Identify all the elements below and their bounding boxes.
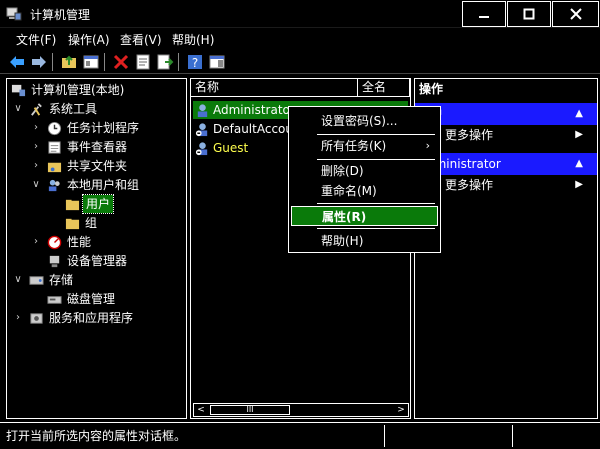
disabled-user-icon <box>195 123 208 137</box>
menu-item-set-password[interactable]: 设置密码(S)... <box>291 111 438 131</box>
menu-help[interactable]: 帮助(H) <box>172 31 214 48</box>
tree-item-storage[interactable]: ∨ 存储 <box>9 271 184 289</box>
action-more-actions-users[interactable]: 更多操作 ▶ <box>415 125 597 145</box>
menu-separator <box>317 134 435 135</box>
show-action-pane-icon[interactable] <box>208 53 226 71</box>
tree-item-computer-management[interactable]: 计算机管理(本地) <box>9 81 184 99</box>
horizontal-scrollbar[interactable]: < III > <box>193 403 409 417</box>
services-icon <box>30 313 43 324</box>
shared-folder-icon <box>47 162 62 173</box>
chevron-right-icon[interactable]: › <box>31 157 41 175</box>
tree-item-users[interactable]: 用户 <box>9 194 184 214</box>
clock-icon <box>47 121 62 136</box>
menu-item-help[interactable]: 帮助(H) <box>291 231 438 251</box>
close-button[interactable] <box>552 1 599 27</box>
tree-item-performance[interactable]: › 性能 <box>9 233 184 251</box>
actions-pane: 操作 用户 ▲ 更多操作 ▶ Administrator ▲ 更多操作 ▶ <box>414 78 598 419</box>
chevron-right-icon: ▶ <box>575 129 583 140</box>
scrollbar-thumb[interactable]: III <box>210 405 290 415</box>
event-viewer-icon <box>48 141 61 154</box>
performance-icon <box>47 235 62 250</box>
chevron-right-icon[interactable]: › <box>31 233 41 251</box>
chevron-right-icon[interactable]: › <box>13 309 23 327</box>
menu-separator <box>317 159 435 160</box>
toolbar-separator <box>178 53 179 71</box>
folder-icon <box>65 199 80 211</box>
maximize-button[interactable] <box>507 1 551 27</box>
forward-arrow-icon[interactable] <box>30 53 48 71</box>
maximize-icon <box>523 8 535 20</box>
toolbar: ? <box>0 50 600 74</box>
export-list-icon[interactable] <box>156 53 174 71</box>
toolbar-separator <box>52 53 53 71</box>
status-divider <box>384 425 385 447</box>
tree-item-event-viewer[interactable]: › 事件查看器 <box>9 138 184 156</box>
up-folder-icon[interactable] <box>60 53 78 71</box>
chevron-right-icon[interactable]: › <box>31 138 41 156</box>
show-hide-tree-icon[interactable] <box>82 53 100 71</box>
tree-item-device-manager[interactable]: 设备管理器 <box>9 252 184 270</box>
menu-separator <box>317 203 435 204</box>
collapse-up-icon: ▲ <box>575 158 583 169</box>
chevron-right-icon: ▶ <box>575 179 583 190</box>
tree-item-local-users-groups[interactable]: ∨ 本地用户和组 <box>9 176 184 194</box>
menu-item-properties[interactable]: 属性(R) <box>291 206 438 226</box>
menu-file[interactable]: 文件(F) <box>16 31 56 48</box>
collapse-up-icon: ▲ <box>575 108 583 119</box>
storage-icon <box>29 276 44 285</box>
actions-section-users[interactable]: 用户 ▲ <box>415 103 597 125</box>
user-icon <box>197 104 208 118</box>
chevron-down-icon[interactable]: ∨ <box>13 271 23 289</box>
menu-bar: 文件(F) 操作(A) 查看(V) 帮助(H) <box>0 30 600 48</box>
computer-management-icon <box>11 84 26 97</box>
menu-item-delete[interactable]: 删除(D) <box>291 161 438 181</box>
menu-item-rename[interactable]: 重命名(M) <box>291 181 438 201</box>
delete-icon[interactable] <box>112 53 130 71</box>
tree-item-task-scheduler[interactable]: › 任务计划程序 <box>9 119 184 137</box>
tree-item-system-tools[interactable]: ∨ 系统工具 <box>9 100 184 118</box>
scroll-left-arrow-icon[interactable]: < <box>194 404 208 416</box>
tree-item-groups[interactable]: 组 <box>9 214 184 232</box>
chevron-right-icon: › <box>425 139 430 152</box>
tools-icon <box>31 103 42 116</box>
context-menu: 设置密码(S)... 所有任务(K) › 删除(D) 重命名(M) 属性(R) … <box>288 106 441 253</box>
disabled-user-icon <box>195 142 208 156</box>
chevron-down-icon[interactable]: ∨ <box>31 176 41 194</box>
actions-section-administrator[interactable]: Administrator ▲ <box>415 153 597 175</box>
toolbar-separator <box>104 53 105 71</box>
tree-item-shared-folders[interactable]: › 共享文件夹 <box>9 157 184 175</box>
scroll-right-arrow-icon[interactable]: > <box>394 404 408 416</box>
menu-action[interactable]: 操作(A) <box>68 31 110 48</box>
status-bar: 打开当前所选内容的属性对话框。 <box>0 422 600 449</box>
chevron-down-icon[interactable]: ∨ <box>13 100 23 118</box>
close-icon <box>569 8 582 20</box>
folder-icon <box>65 218 80 230</box>
column-header-fullname[interactable]: 全名 <box>358 79 410 97</box>
help-icon[interactable]: ? <box>186 53 204 71</box>
column-header-name[interactable]: 名称 <box>191 79 358 97</box>
chevron-right-icon[interactable]: › <box>31 119 41 137</box>
tree-item-services-applications[interactable]: › 服务和应用程序 <box>9 309 184 327</box>
title-bar: 计算机管理 <box>0 0 600 28</box>
device-manager-icon <box>49 255 60 268</box>
navigation-tree[interactable]: 计算机管理(本地) ∨ 系统工具 › 任务计划程序 › 事件查看器 › 共享文件… <box>6 78 187 419</box>
window-title: 计算机管理 <box>30 8 91 22</box>
computer-management-icon <box>6 7 22 21</box>
minimize-icon <box>479 16 489 18</box>
properties-icon[interactable] <box>134 53 152 71</box>
tree-item-disk-management[interactable]: 磁盘管理 <box>9 290 184 308</box>
back-arrow-icon[interactable] <box>8 53 26 71</box>
menu-item-all-tasks[interactable]: 所有任务(K) › <box>291 136 438 156</box>
users-group-icon <box>48 179 60 192</box>
menu-separator <box>317 228 435 229</box>
action-more-actions-administrator[interactable]: 更多操作 ▶ <box>415 175 597 195</box>
svg-text:?: ? <box>192 56 198 70</box>
menu-view[interactable]: 查看(V) <box>120 31 162 48</box>
disk-icon <box>47 296 62 304</box>
list-header: 名称 全名 <box>191 79 410 97</box>
status-divider <box>512 425 513 447</box>
minimize-button[interactable] <box>462 1 506 27</box>
status-text: 打开当前所选内容的属性对话框。 <box>6 429 187 443</box>
actions-header: 操作 <box>419 82 444 96</box>
